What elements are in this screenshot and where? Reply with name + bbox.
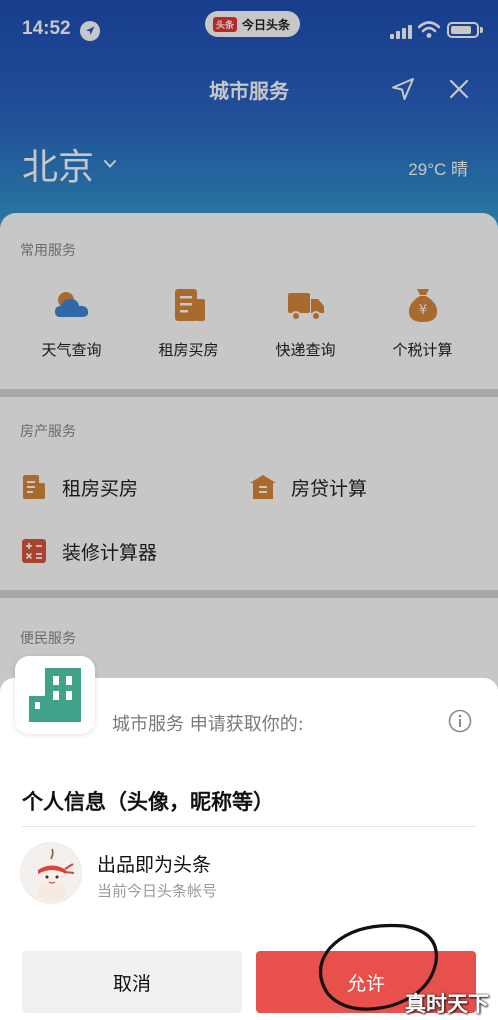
cancel-button[interactable]: 取消 bbox=[22, 951, 242, 1013]
account-name: 出品即为头条 bbox=[97, 854, 212, 876]
info-icon[interactable] bbox=[448, 709, 472, 733]
permission-request-text: 城市服务 申请获取你的: bbox=[112, 714, 304, 735]
app-icon bbox=[15, 656, 95, 734]
building-icon bbox=[29, 668, 81, 722]
account-subtitle: 当前今日头条帐号 bbox=[97, 882, 218, 900]
watermark-text: 真时天下 bbox=[405, 992, 489, 1016]
permission-scope-title: 个人信息（头像，昵称等） bbox=[22, 790, 274, 814]
avatar bbox=[20, 842, 82, 904]
mascot-avatar-icon bbox=[38, 848, 75, 901]
divider bbox=[22, 826, 476, 827]
